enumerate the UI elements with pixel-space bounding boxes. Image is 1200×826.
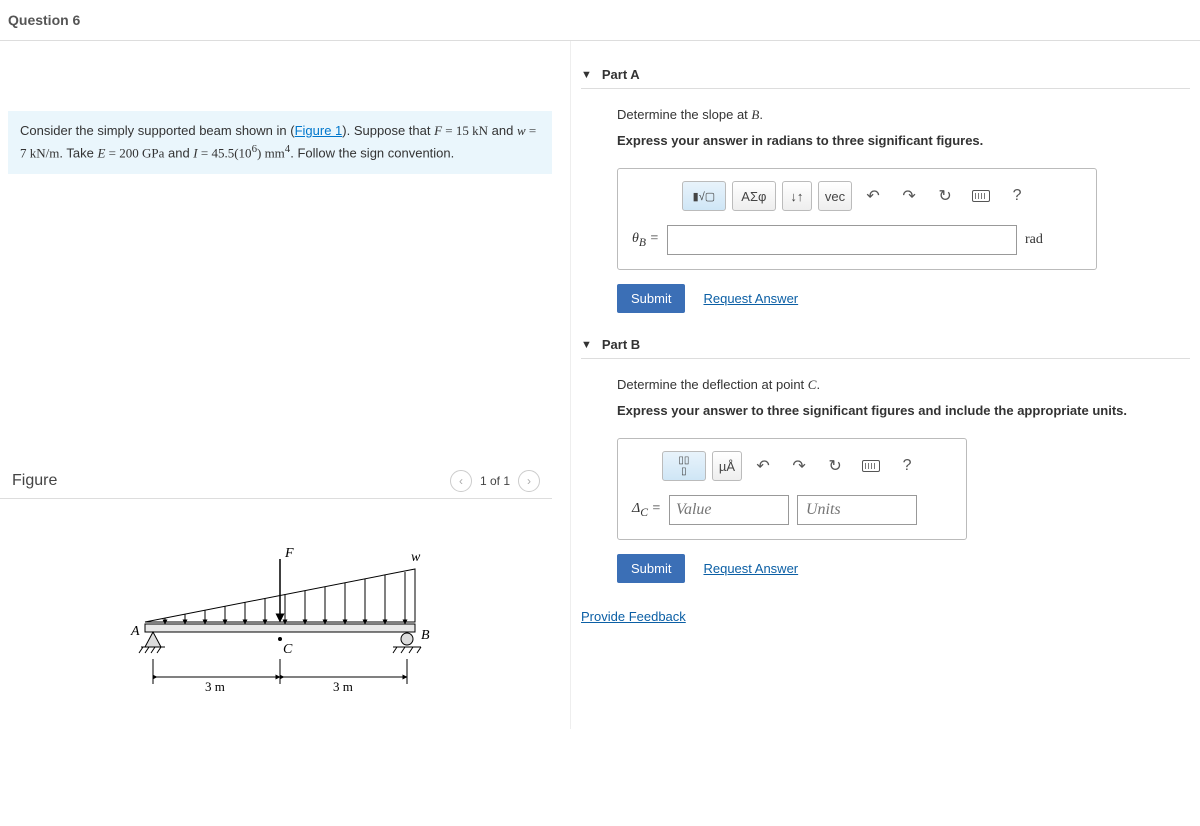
label-B: B <box>421 628 430 643</box>
keyboard-button[interactable] <box>856 451 886 481</box>
subscript-button[interactable]: ↓↑ <box>782 181 812 211</box>
part-b-units-input[interactable] <box>797 495 917 525</box>
undo-button[interactable]: ↶ <box>748 451 778 481</box>
part-b-toolbar: ▯▯▯ µÅ ↶ ↷ ↻ ? <box>632 451 952 481</box>
vec-button[interactable]: vec <box>818 181 852 211</box>
val-E: = 200 GPa <box>105 145 164 160</box>
greek-button[interactable]: ΑΣφ <box>732 181 776 211</box>
part-b-submit-button[interactable]: Submit <box>617 554 685 583</box>
left-column: Consider the simply supported beam shown… <box>0 41 560 729</box>
reset-button[interactable]: ↻ <box>820 451 850 481</box>
val-F: = 15 kN <box>442 123 488 138</box>
part-a-header[interactable]: ▼ Part A <box>581 61 1190 89</box>
part-b-instruction-1: Determine the deflection at point C. <box>617 377 1190 393</box>
dim-1: 3 m <box>205 679 225 694</box>
part-b: ▼ Part B Determine the deflection at poi… <box>581 331 1190 583</box>
help-button[interactable]: ? <box>1002 181 1032 211</box>
part-a-value-input[interactable] <box>667 225 1017 255</box>
part-a-title: Part A <box>602 67 640 82</box>
collapse-icon: ▼ <box>581 69 592 81</box>
help-button[interactable]: ? <box>892 451 922 481</box>
prompt-text: Consider the simply supported beam shown… <box>20 123 295 138</box>
dim-2: 3 m <box>333 679 353 694</box>
collapse-icon: ▼ <box>581 339 592 351</box>
prompt-text: and <box>164 145 193 160</box>
prompt-text: ). Suppose that <box>342 123 434 138</box>
part-a-instruction-2: Express your answer in radians to three … <box>617 133 1190 148</box>
var-w: w <box>517 123 526 138</box>
part-a-answer-box: ▮√▢ ΑΣφ ↓↑ vec ↶ ↷ ↻ ? θB = rad <box>617 168 1097 270</box>
part-a-unit: rad <box>1025 232 1043 248</box>
keyboard-icon <box>862 460 880 472</box>
keyboard-button[interactable] <box>966 181 996 211</box>
part-b-header[interactable]: ▼ Part B <box>581 331 1190 359</box>
figure-nav: ‹ 1 of 1 › <box>450 470 540 492</box>
right-column: ▼ Part A Determine the slope at B. Expre… <box>570 41 1200 729</box>
beam-diagram: F w A B C 3 m 3 m <box>115 539 445 709</box>
redo-button[interactable]: ↷ <box>894 181 924 211</box>
part-b-title: Part B <box>602 337 640 352</box>
label-A: A <box>130 624 140 639</box>
part-a-answer-row: θB = rad <box>632 225 1082 255</box>
templates-button[interactable]: ▮√▢ <box>682 181 726 211</box>
part-b-answer-row: ΔC = <box>632 495 952 525</box>
part-a-toolbar: ▮√▢ ΑΣφ ↓↑ vec ↶ ↷ ↻ ? <box>632 181 1082 211</box>
label-w: w <box>411 550 421 565</box>
problem-statement: Consider the simply supported beam shown… <box>8 111 552 174</box>
undo-button[interactable]: ↶ <box>858 181 888 211</box>
redo-button[interactable]: ↷ <box>784 451 814 481</box>
label-F: F <box>284 546 294 561</box>
figure-body: F w A B C 3 m 3 m <box>0 499 560 729</box>
part-a-instruction-1: Determine the slope at B. <box>617 107 1190 123</box>
figure-next-button[interactable]: › <box>518 470 540 492</box>
prompt-text: and <box>488 123 517 138</box>
part-b-value-input[interactable] <box>669 495 789 525</box>
keyboard-icon <box>972 190 990 202</box>
part-b-instruction-2: Express your answer to three significant… <box>617 403 1190 418</box>
part-a-request-answer-link[interactable]: Request Answer <box>703 291 798 306</box>
unit-I: ) mm <box>257 145 285 160</box>
part-b-answer-box: ▯▯▯ µÅ ↶ ↷ ↻ ? ΔC = <box>617 438 967 540</box>
units-menu-button[interactable]: µÅ <box>712 451 742 481</box>
figure-link[interactable]: Figure 1 <box>295 123 343 138</box>
val-I: = 45.5(10 <box>198 145 252 160</box>
question-header: Question 6 <box>0 0 1200 41</box>
part-a-actions: Submit Request Answer <box>617 284 1190 313</box>
label-C: C <box>283 642 293 657</box>
part-a-submit-button[interactable]: Submit <box>617 284 685 313</box>
figure-counter: 1 of 1 <box>480 474 510 488</box>
var-F: F <box>434 123 442 138</box>
templates-button[interactable]: ▯▯▯ <box>662 451 706 481</box>
part-b-lhs: ΔC = <box>632 501 661 519</box>
question-label: Question 6 <box>8 12 80 28</box>
part-a-lhs: θB = <box>632 231 659 249</box>
figure-heading: Figure <box>12 472 57 490</box>
part-b-request-answer-link[interactable]: Request Answer <box>703 561 798 576</box>
part-b-actions: Submit Request Answer <box>617 554 1190 583</box>
provide-feedback-link[interactable]: Provide Feedback <box>581 609 686 624</box>
figure-header: Figure ‹ 1 of 1 › <box>0 464 552 499</box>
prompt-text: . Take <box>59 145 97 160</box>
reset-button[interactable]: ↻ <box>930 181 960 211</box>
figure-prev-button[interactable]: ‹ <box>450 470 472 492</box>
part-a: ▼ Part A Determine the slope at B. Expre… <box>581 61 1190 313</box>
prompt-text: . Follow the sign convention. <box>290 145 454 160</box>
